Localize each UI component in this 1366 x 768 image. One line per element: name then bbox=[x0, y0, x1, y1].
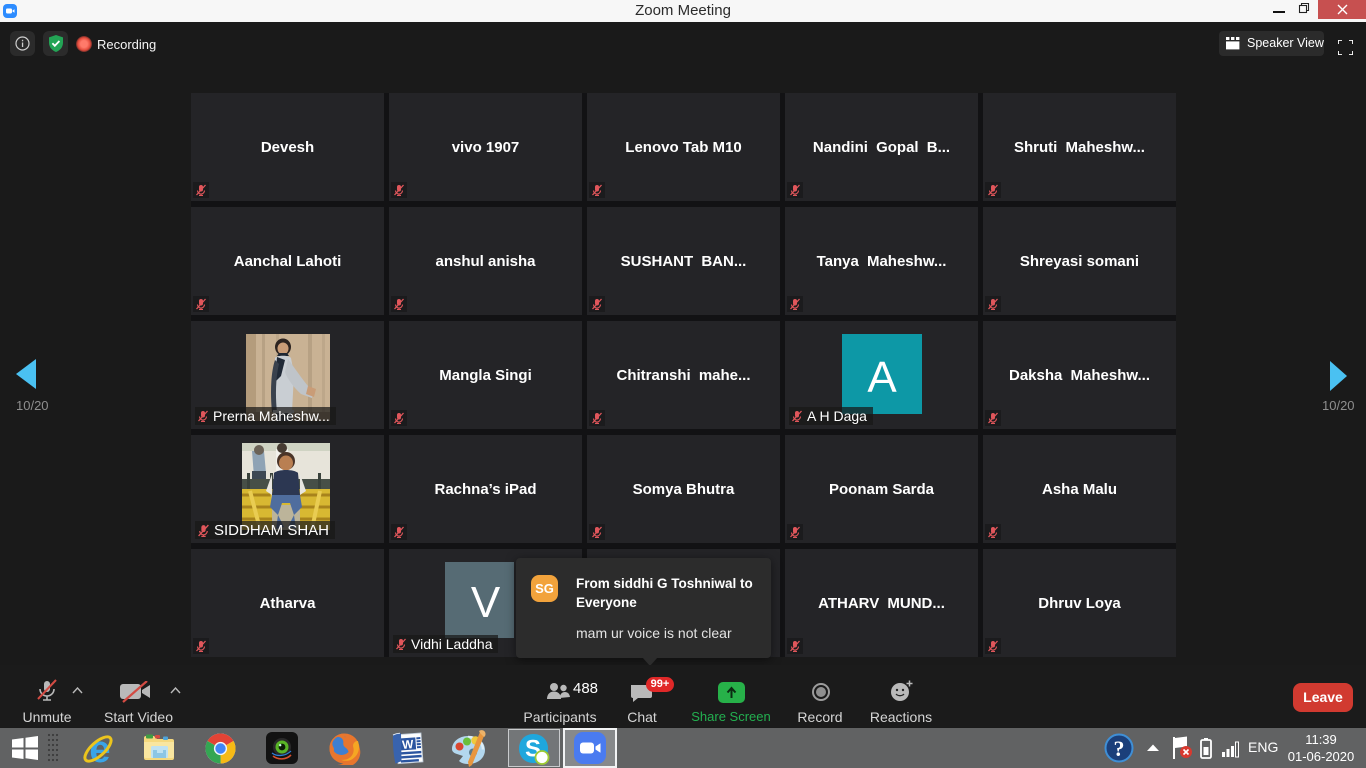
svg-text:?: ? bbox=[1114, 736, 1125, 761]
svg-text:W: W bbox=[402, 737, 415, 752]
